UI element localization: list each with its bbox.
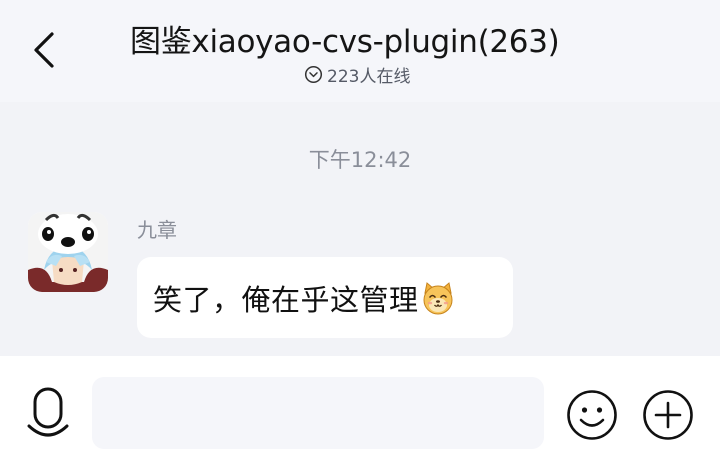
chevron-left-icon xyxy=(34,32,54,68)
more-button[interactable] xyxy=(642,389,694,441)
emoji-button[interactable] xyxy=(566,389,618,441)
message-timestamp: 下午12:42 xyxy=(308,148,412,172)
microphone-icon xyxy=(27,387,69,437)
chevron-circle-down-icon xyxy=(304,65,323,84)
input-bar xyxy=(0,356,720,469)
chat-header: 图鉴xiaoyao-cvs-plugin(263) 223人在线 xyxy=(0,0,720,102)
message-input[interactable] xyxy=(92,377,544,449)
group-title[interactable]: 图鉴xiaoyao-cvs-plugin(263) xyxy=(130,16,560,61)
smiley-face-icon xyxy=(567,390,617,440)
online-count: 223人在线 xyxy=(327,67,411,87)
avatar[interactable] xyxy=(28,212,108,292)
message-text: 笑了，俺在乎这管理 xyxy=(153,282,419,317)
back-button[interactable] xyxy=(28,30,64,70)
sender-name[interactable]: 九章 xyxy=(137,214,177,243)
avatar-image xyxy=(28,212,108,292)
message-bubble[interactable]: 笑了，俺在乎这管理 xyxy=(137,257,513,338)
online-status[interactable]: 223人在线 xyxy=(304,62,410,87)
message-list[interactable]: 下午12:42 九章 笑了，俺在乎这管理 xyxy=(0,102,720,356)
voice-button[interactable] xyxy=(26,386,70,442)
cat-face-emoji xyxy=(423,281,453,314)
plus-circle-icon xyxy=(643,390,693,440)
